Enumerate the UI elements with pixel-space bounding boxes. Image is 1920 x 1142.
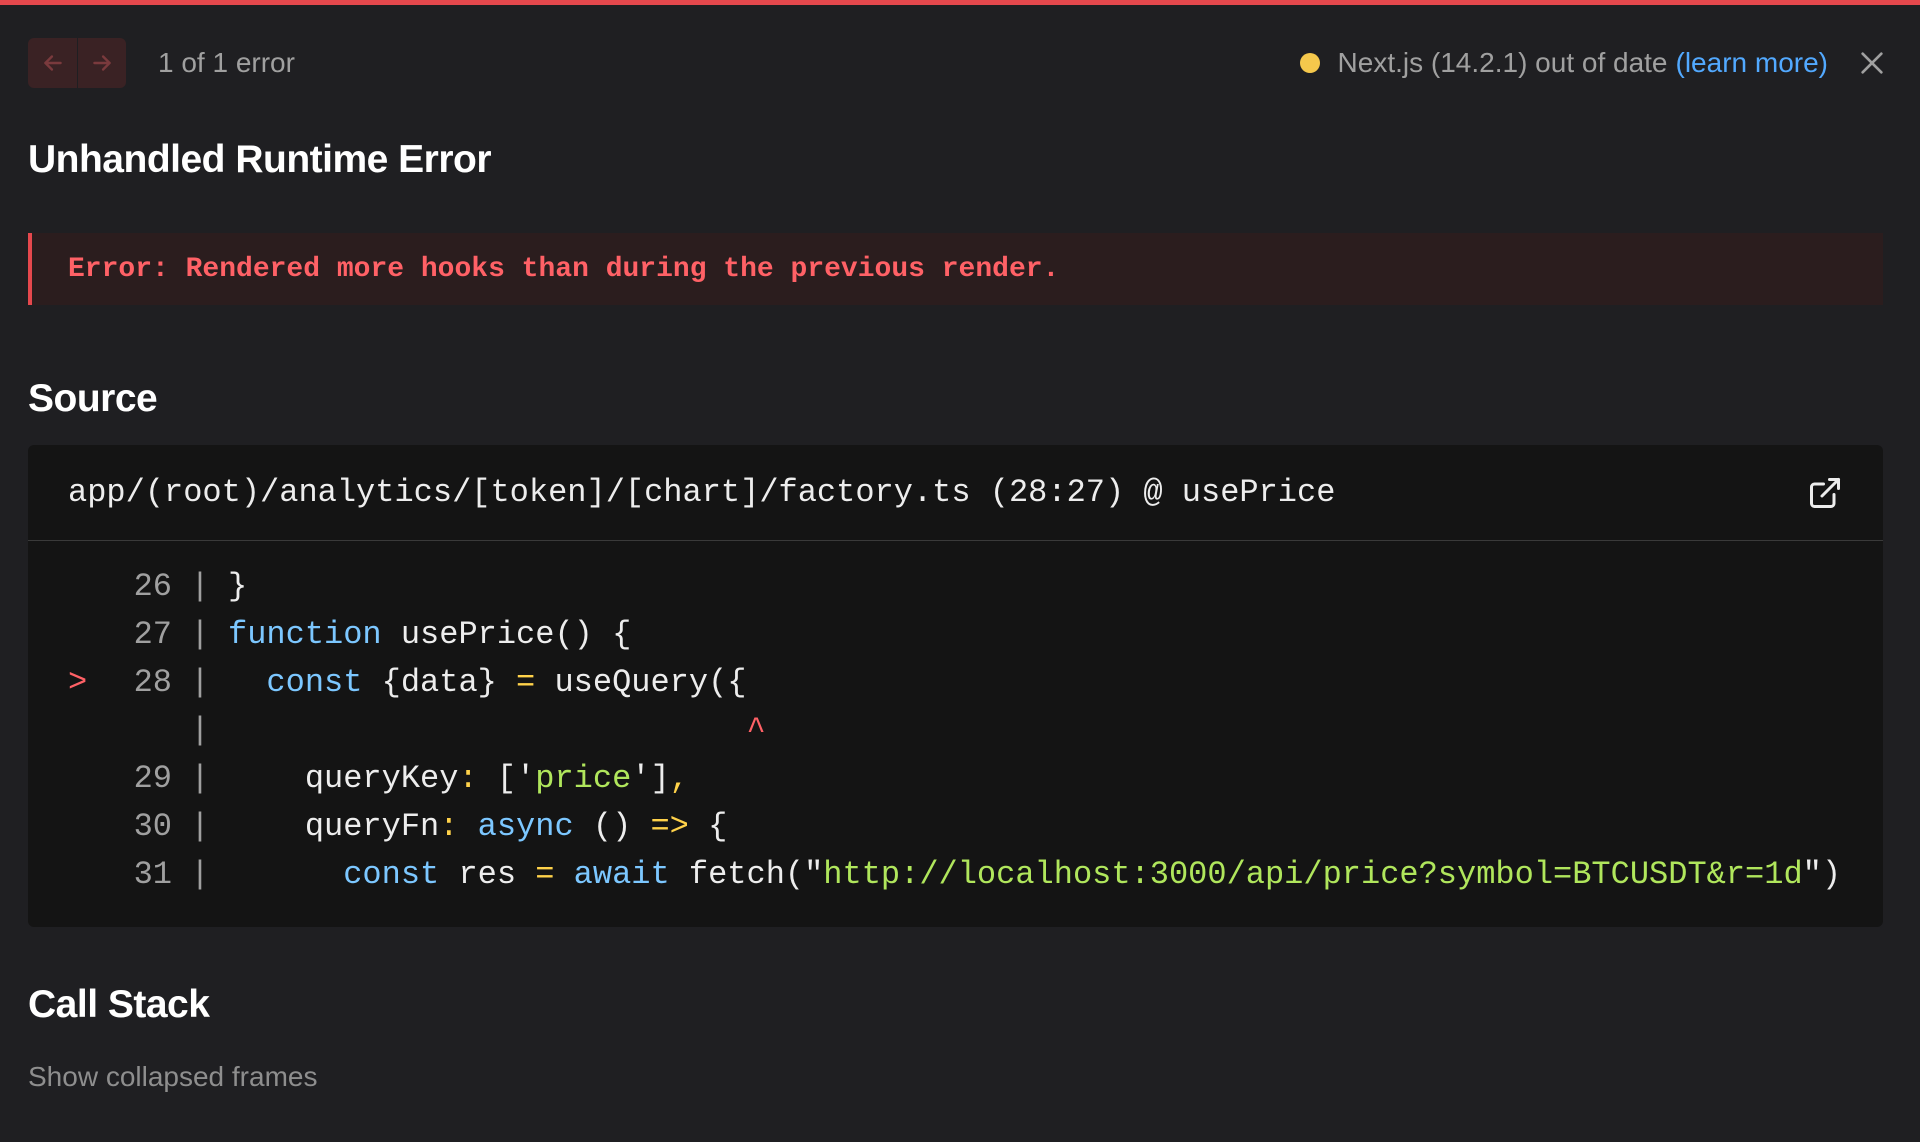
line-number: 29 [133, 760, 172, 797]
line-code: queryKey: ['price'], [228, 760, 689, 797]
show-collapsed-frames-button[interactable]: Show collapsed frames [28, 1061, 317, 1093]
warning-status-dot [1299, 53, 1320, 73]
line-marker: > [68, 664, 88, 701]
line-code: queryFn: async () => { [228, 808, 728, 845]
call-stack-heading: Call Stack [28, 983, 210, 1026]
line-gutter: | [190, 616, 210, 653]
code-line: 31 | const res = await fetch("http://loca… [28, 851, 1883, 899]
error-message: Error: Rendered more hooks than during t… [68, 253, 1060, 285]
source-code-panel: app/(root)/analytics/[token]/[chart]/fac… [28, 445, 1883, 927]
line-number [108, 707, 172, 755]
code-line: 29 | queryKey: ['price'], [28, 755, 1883, 803]
version-text: Next.js (14.2.1) out of date [1337, 47, 1668, 78]
line-gutter: | [190, 760, 210, 797]
arrow-right-icon [93, 55, 111, 71]
line-gutter: | [190, 808, 210, 845]
previous-error-button[interactable] [28, 38, 77, 88]
learn-more-link[interactable]: (learn more) [1676, 47, 1828, 79]
code-line: 27 | function usePrice() { [28, 611, 1883, 659]
code-line: | ^ [28, 707, 1883, 755]
line-number: 26 [133, 568, 172, 605]
line-code: function usePrice() { [228, 616, 632, 653]
code-frame: 26 |} 27 | function usePrice() { >28 | const {… [28, 541, 1883, 899]
line-gutter: | [190, 568, 210, 605]
line-number: 27 [133, 616, 172, 653]
line-code: const res = await fetch("http://localhos… [343, 856, 1842, 893]
line-code: ^ [746, 712, 766, 749]
line-gutter: | [190, 856, 210, 893]
version-status: Next.js (14.2.1) out of date (learn more… [1299, 47, 1828, 79]
line-number: 28 [133, 664, 172, 701]
line-number: 30 [133, 808, 172, 845]
close-icon [1861, 52, 1883, 74]
code-line: 26 |} [28, 563, 1883, 611]
code-line: 30 | queryFn: async () => { [28, 803, 1883, 851]
line-marker [28, 803, 108, 851]
line-marker [28, 755, 108, 803]
page-title: Unhandled Runtime Error [28, 138, 492, 181]
top-accent-bar [0, 0, 1920, 5]
line-marker [28, 563, 108, 611]
close-button[interactable] [1852, 43, 1892, 83]
external-link-icon[interactable] [1807, 475, 1843, 511]
next-error-button[interactable] [77, 38, 126, 88]
line-marker [28, 707, 108, 755]
source-file-header: app/(root)/analytics/[token]/[chart]/fac… [28, 445, 1883, 541]
source-file-link[interactable]: app/(root)/analytics/[token]/[chart]/fac… [68, 474, 1807, 511]
line-code: } [228, 568, 248, 605]
error-pagination [28, 38, 126, 88]
line-marker [28, 851, 108, 899]
line-gutter: | [190, 664, 210, 701]
error-message-box: Error: Rendered more hooks than during t… [28, 233, 1883, 305]
source-heading: Source [28, 377, 158, 420]
error-overlay-header: 1 of 1 error Next.js (14.2.1) out of dat… [28, 37, 1892, 89]
code-line: >28 | const {data} = useQuery({ [28, 659, 1883, 707]
line-gutter: | [190, 712, 210, 749]
error-count: 1 of 1 error [158, 47, 295, 78]
line-code: const {data} = useQuery({ [266, 664, 747, 701]
arrow-left-icon [43, 55, 62, 71]
line-marker [28, 611, 108, 659]
line-number: 31 [133, 856, 172, 893]
